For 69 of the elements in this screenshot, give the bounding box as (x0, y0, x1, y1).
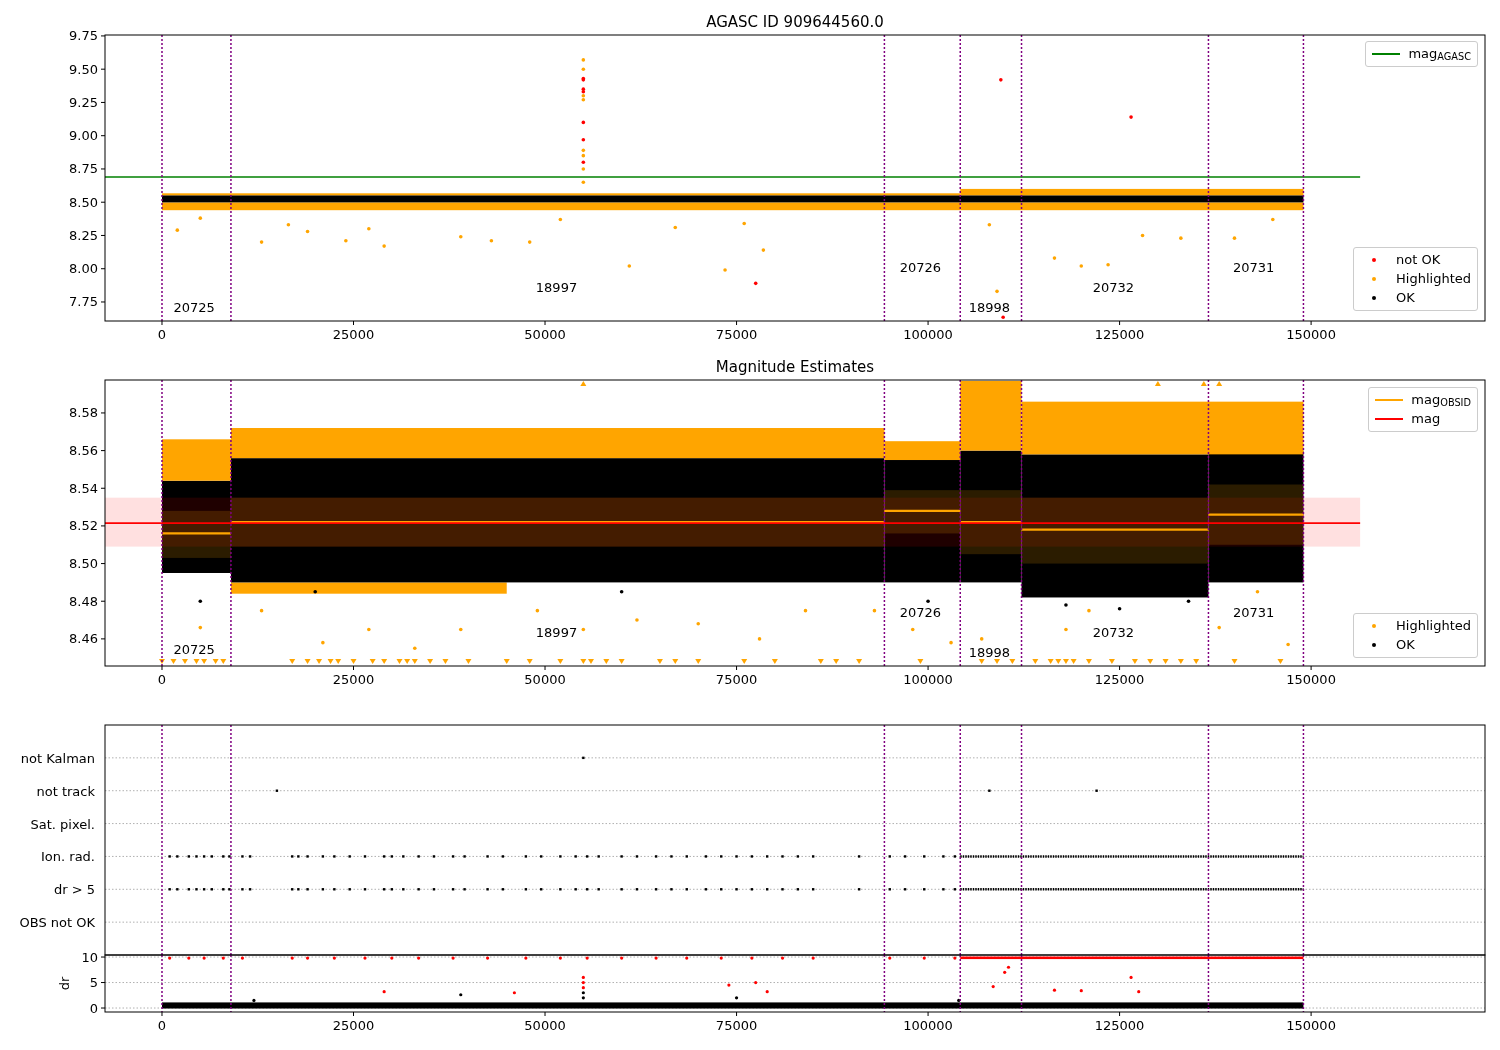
axis-tick-label: 0 (157, 672, 167, 687)
obsid-label: 20732 (1092, 624, 1135, 640)
axis-tick-label: 8.75 (69, 161, 98, 177)
axis-tick-label: 8.54 (69, 480, 98, 496)
category-label: Ion. rad. (41, 849, 95, 865)
axis-tick-label: 9.00 (69, 128, 98, 144)
axis-tick-label: 75000 (715, 327, 758, 342)
obsid-label: 20726 (899, 604, 942, 620)
axis-tick-label: 100000 (903, 327, 953, 342)
axis-tick-label: 9.25 (69, 94, 98, 110)
chart-title: AGASC ID 909644560.0 (706, 13, 884, 31)
axis-tick-label: 75000 (715, 672, 758, 687)
axis-tick-label: 8.25 (69, 227, 98, 243)
axis-tick-label: 100000 (903, 1018, 953, 1033)
axis-tick-label: 7.75 (69, 294, 98, 310)
axis-tick-label: 8.52 (69, 518, 98, 534)
category-label: OBS not OK (19, 915, 95, 931)
axis-tick-label: 50000 (524, 327, 566, 342)
axis-tick-label: 9.50 (69, 61, 98, 77)
axis-tick-label: 8.56 (69, 443, 98, 459)
legend-label: Highlighted (1396, 617, 1471, 635)
obsid-label: 20726 (899, 260, 942, 276)
category-label: Sat. pixel. (30, 816, 95, 832)
legend-label: mag (1411, 410, 1441, 428)
axis-tick-label: 0 (89, 1000, 98, 1016)
axis-tick-label: 25000 (332, 1018, 375, 1033)
legend-label: not OK (1396, 251, 1441, 269)
category-label: dr > 5 (53, 882, 95, 898)
axis-tick-label: 150000 (1286, 672, 1336, 687)
obsid-label: 20732 (1092, 280, 1135, 296)
obsid-label: 18997 (535, 624, 578, 640)
legend-label: mag$_{AGASC}$ (1408, 45, 1471, 63)
obsid-label: 20725 (173, 642, 215, 658)
axis-tick-label: 0 (157, 327, 167, 342)
legend-label: OK (1396, 289, 1415, 307)
obsid-label: 20731 (1232, 260, 1275, 276)
axis-tick-label: 150000 (1286, 1018, 1336, 1033)
axis-tick-label: 0 (157, 1018, 167, 1033)
axis-tick-label: 125000 (1094, 327, 1145, 342)
obsid-label: 18997 (535, 280, 578, 296)
category-label: not track (36, 783, 95, 799)
legend-label: mag$_{OBSID}$ (1411, 391, 1471, 409)
axis-tick-label: 8.50 (69, 194, 98, 210)
legend-label: Highlighted (1396, 270, 1471, 288)
axis-tick-label: 75000 (715, 1018, 758, 1033)
obsid-label: 20731 (1232, 604, 1275, 620)
axis-label: dr (57, 976, 72, 991)
obsid-label: 18998 (968, 644, 1011, 660)
axis-tick-label: 5 (89, 975, 98, 991)
axis-tick-label: 50000 (524, 672, 566, 687)
axis-tick-label: 25000 (332, 327, 375, 342)
obsid-label: 18998 (968, 300, 1011, 316)
axis-tick-label: 10 (81, 949, 98, 965)
axis-tick-label: 8.58 (69, 405, 98, 421)
axis-tick-label: 9.75 (69, 28, 98, 44)
category-label: not Kalman (20, 750, 95, 766)
axis-tick-label: 8.50 (69, 556, 98, 572)
obsid-label: 20725 (173, 300, 215, 316)
axis-tick-label: 50000 (524, 1018, 566, 1033)
axis-tick-label: 125000 (1094, 1018, 1145, 1033)
axis-tick-label: 8.48 (69, 593, 98, 609)
axis-tick-label: 25000 (332, 672, 375, 687)
legend-label: OK (1396, 636, 1415, 654)
axis-tick-label: 8.00 (69, 261, 98, 277)
axis-tick-label: 150000 (1286, 327, 1336, 342)
axis-tick-label: 100000 (903, 672, 953, 687)
axis-tick-label: 125000 (1094, 672, 1145, 687)
chart-title: Magnitude Estimates (715, 358, 875, 376)
axis-tick-label: 8.46 (69, 631, 98, 647)
